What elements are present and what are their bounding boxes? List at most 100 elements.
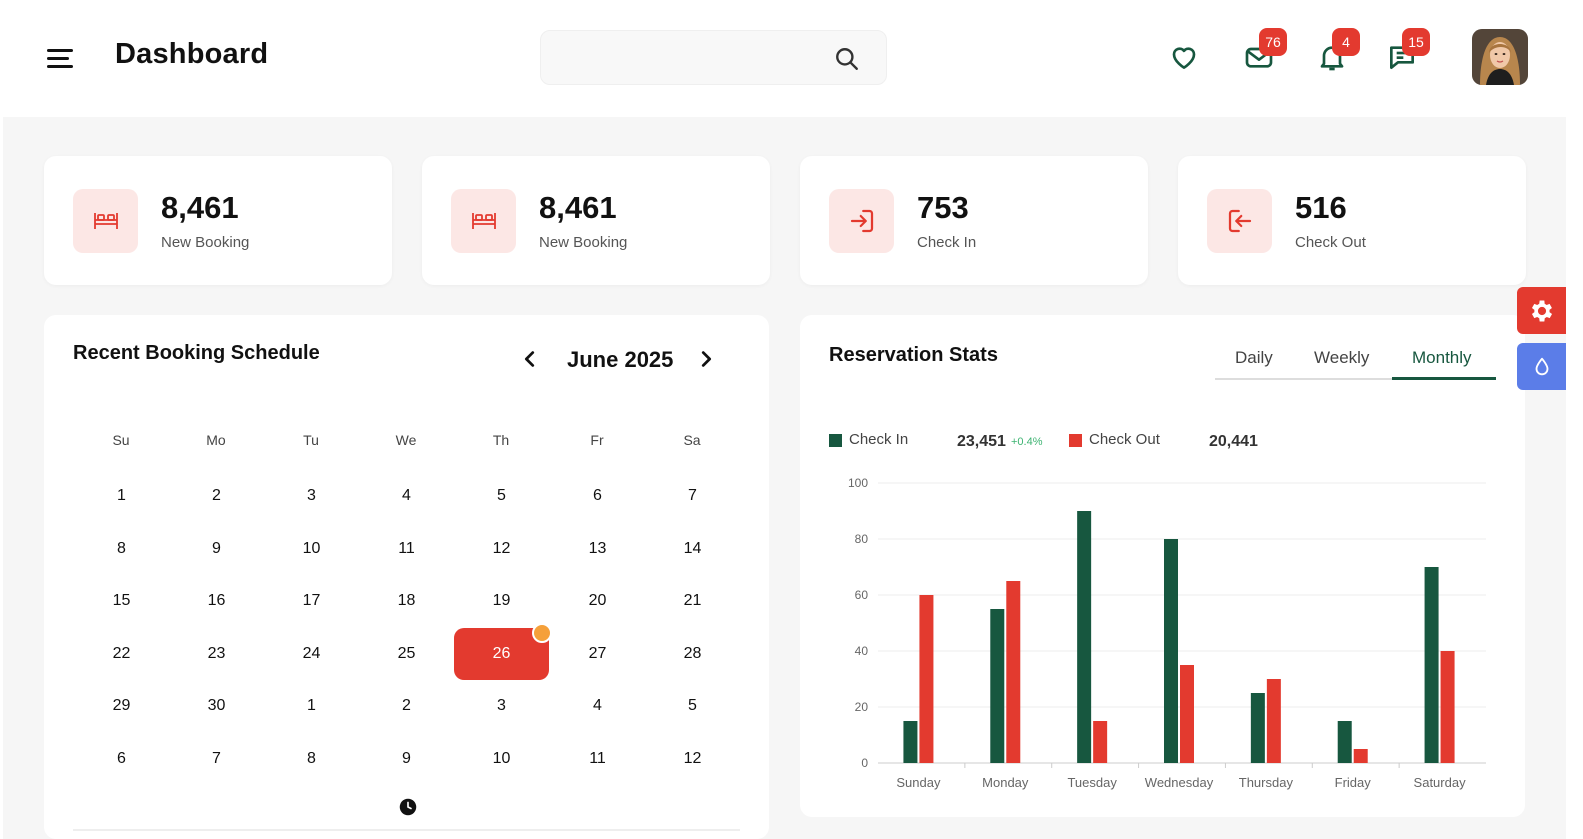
calendar-day[interactable]: 29	[74, 680, 169, 732]
chevron-right-icon[interactable]	[695, 348, 717, 370]
calendar-day[interactable]: 15	[74, 575, 169, 627]
calendar-day[interactable]: 16	[169, 575, 264, 627]
calendar-day[interactable]: 1	[264, 680, 359, 732]
menu-toggle-icon[interactable]	[47, 46, 77, 72]
calendar-day[interactable]: 7	[645, 470, 740, 522]
calendar-day[interactable]: 8	[74, 523, 169, 575]
calendar-day[interactable]: 24	[264, 628, 359, 680]
calendar-day[interactable]: 11	[359, 523, 454, 575]
calendar-day[interactable]: 9	[359, 733, 454, 785]
mail-icon[interactable]: 76	[1243, 28, 1287, 73]
stat-card-new-booking[interactable]: 8,461 New Booking	[44, 156, 392, 285]
calendar-day[interactable]: 2	[169, 470, 264, 522]
bar-check-out	[919, 595, 934, 763]
bar-check-in	[1164, 539, 1178, 763]
stat-value: 753	[917, 190, 969, 225]
bell-badge: 4	[1332, 28, 1360, 56]
droplet-icon	[1535, 357, 1548, 375]
bar-check-in	[990, 609, 1005, 763]
heart-icon[interactable]	[1168, 41, 1200, 73]
calendar-day[interactable]: 25	[359, 628, 454, 680]
x-tick-label: Monday	[982, 775, 1029, 790]
avatar[interactable]	[1472, 29, 1528, 85]
legend-swatch-check-in	[829, 434, 842, 447]
weekday-label: Mo	[206, 432, 226, 448]
calendar-day[interactable]: 3	[264, 470, 359, 522]
chat-icon[interactable]: 15	[1386, 28, 1430, 73]
stat-card-check-out[interactable]: 516 Check Out	[1178, 156, 1526, 285]
bar-check-out	[1006, 581, 1021, 763]
calendar-day[interactable]: 1	[74, 470, 169, 522]
weekday-label: Fr	[590, 432, 604, 448]
theme-button[interactable]	[1517, 343, 1566, 390]
weekday-label: Th	[492, 432, 510, 448]
search-input[interactable]	[555, 41, 825, 75]
stat-label: New Booking	[539, 234, 628, 251]
y-tick-label: 100	[848, 476, 868, 490]
tab-daily[interactable]: Daily	[1235, 348, 1273, 368]
calendar-day[interactable]: 22	[74, 628, 169, 680]
calendar-day[interactable]: 27	[550, 628, 645, 680]
calendar-day[interactable]: 13	[550, 523, 645, 575]
settings-button[interactable]	[1517, 287, 1566, 334]
calendar-day[interactable]: 20	[550, 575, 645, 627]
bell-icon[interactable]: 4	[1316, 28, 1360, 73]
bar-check-out	[1353, 749, 1368, 763]
calendar-day[interactable]: 5	[645, 680, 740, 732]
bed-icon	[451, 189, 516, 253]
stat-card-new-booking[interactable]: 8,461 New Booking	[422, 156, 770, 285]
calendar-day[interactable]: 19	[454, 575, 549, 627]
x-tick-label: Saturday	[1414, 775, 1467, 790]
x-tick-label: Friday	[1335, 775, 1372, 790]
top-bar: Dashboard 76 4 15	[0, 0, 1583, 117]
calendar-day[interactable]: 10	[454, 733, 549, 785]
active-tab-indicator	[1392, 377, 1496, 380]
calendar-day[interactable]: 30	[169, 680, 264, 732]
calendar-day[interactable]: 6	[550, 470, 645, 522]
calendar-day[interactable]: 2	[359, 680, 454, 732]
calendar-day[interactable]: 17	[264, 575, 359, 627]
bar-check-in	[1250, 693, 1265, 763]
calendar-day[interactable]: 21	[645, 575, 740, 627]
reservation-bar-chart: 0 20 40 60 80 100 Sunday Monday Tuesday Wednesday…	[848, 476, 1486, 790]
calendar-day[interactable]: 6	[74, 733, 169, 785]
calendar-day[interactable]: 7	[169, 733, 264, 785]
calendar-day[interactable]: 28	[645, 628, 740, 680]
divider	[73, 829, 740, 831]
calendar-day[interactable]: 11	[550, 733, 645, 785]
calendar-day[interactable]: 18	[359, 575, 454, 627]
bar-check-in	[1077, 511, 1092, 763]
calendar-day[interactable]: 3	[454, 680, 549, 732]
y-tick-label: 80	[855, 532, 869, 546]
weekday-label: Sa	[683, 432, 701, 448]
chevron-left-icon[interactable]	[519, 348, 541, 370]
y-tick-label: 0	[861, 756, 868, 770]
bar-check-out	[1266, 679, 1281, 763]
calendar-day[interactable]: 23	[169, 628, 264, 680]
y-tick-label: 60	[855, 588, 869, 602]
search-icon[interactable]	[834, 46, 860, 72]
stat-card-check-in[interactable]: 753 Check In	[800, 156, 1148, 285]
calendar-day[interactable]: 12	[454, 523, 549, 575]
calendar-day[interactable]: 9	[169, 523, 264, 575]
legend-swatch-check-out	[1069, 434, 1082, 447]
clock-icon[interactable]	[399, 798, 417, 816]
x-tick-label: Wednesday	[1145, 775, 1214, 790]
legend-value-check-in: 23,451	[957, 433, 1006, 450]
search-box	[540, 30, 887, 85]
calendar-day[interactable]: 12	[645, 733, 740, 785]
bar-check-in	[903, 721, 918, 763]
x-tick-label: Sunday	[896, 775, 941, 790]
calendar-day[interactable]: 4	[550, 680, 645, 732]
stat-value: 516	[1295, 190, 1347, 225]
calendar-day[interactable]: 8	[264, 733, 359, 785]
calendar-day[interactable]: 4	[359, 470, 454, 522]
calendar-day[interactable]: 14	[645, 523, 740, 575]
chat-badge: 15	[1402, 28, 1430, 56]
calendar-day[interactable]: 10	[264, 523, 359, 575]
tab-monthly[interactable]: Monthly	[1412, 348, 1472, 368]
check-out-icon	[1207, 189, 1272, 253]
calendar-month-label: June 2025	[567, 347, 674, 372]
tab-weekly[interactable]: Weekly	[1314, 348, 1369, 368]
calendar-day[interactable]: 5	[454, 470, 549, 522]
